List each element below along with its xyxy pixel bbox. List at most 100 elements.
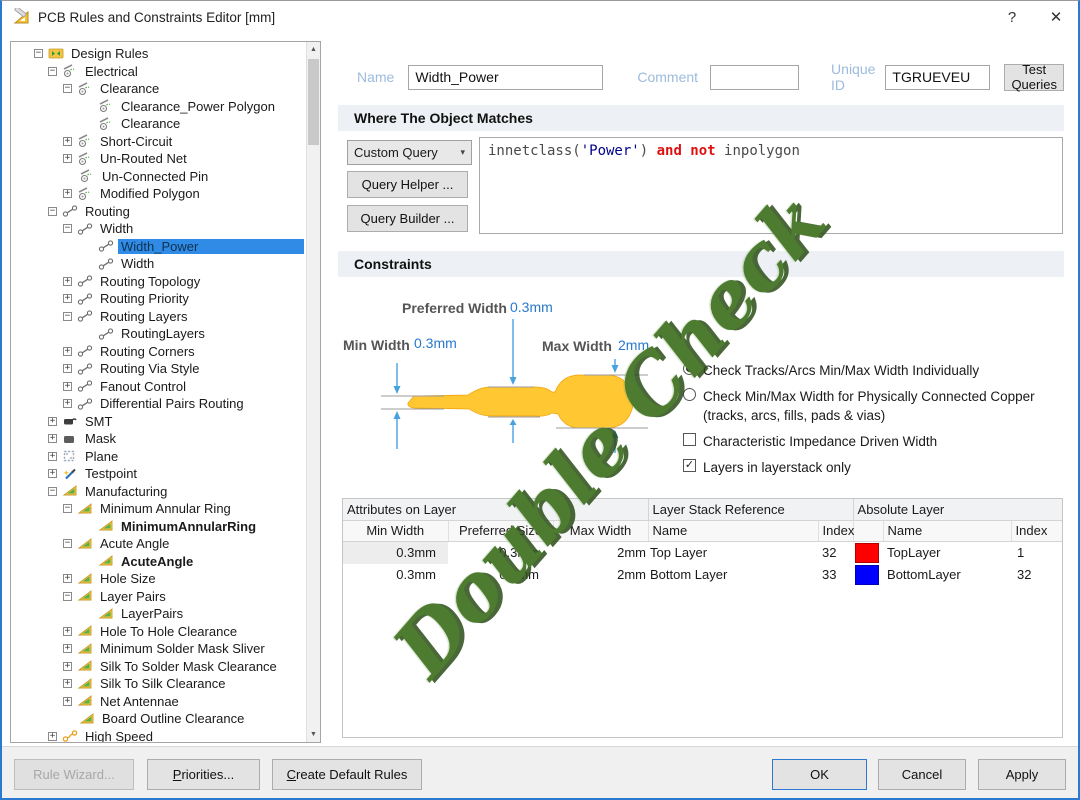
tree-item-fanout-control[interactable]: +Fanout Control xyxy=(11,378,306,396)
collapse-toggle-icon[interactable]: − xyxy=(63,504,72,513)
query-editor[interactable]: innetclass('Power') and not inpolygon xyxy=(479,137,1063,234)
tree-item-differential-pairs-routing[interactable]: +Differential Pairs Routing xyxy=(11,395,306,413)
collapse-toggle-icon[interactable]: − xyxy=(48,487,57,496)
tree-item-mask[interactable]: +Mask xyxy=(11,430,306,448)
ref-index-cell[interactable]: 33 xyxy=(818,564,853,586)
tree-item-modified-polygon[interactable]: +Modified Polygon xyxy=(11,185,306,203)
tree-item-smt[interactable]: +SMT xyxy=(11,413,306,431)
collapse-toggle-icon[interactable]: − xyxy=(63,539,72,548)
ok-button[interactable]: OK xyxy=(772,759,867,790)
col-color[interactable] xyxy=(853,520,883,541)
expand-toggle-icon[interactable]: + xyxy=(48,417,57,426)
tree-item-un-connected-pin[interactable]: Un-Connected Pin xyxy=(11,168,306,186)
max-width-cell[interactable]: 2mm xyxy=(553,564,648,586)
tree-item-un-routed-net[interactable]: +Un-Routed Net xyxy=(11,150,306,168)
expand-toggle-icon[interactable]: + xyxy=(63,679,72,688)
tree-item-plane[interactable]: +Plane xyxy=(11,448,306,466)
tree-item-routing-via-style[interactable]: +Routing Via Style xyxy=(11,360,306,378)
collapse-toggle-icon[interactable]: − xyxy=(34,49,43,58)
cancel-button[interactable]: Cancel xyxy=(878,759,966,790)
min-width-cell[interactable]: 0.3mm xyxy=(343,541,448,564)
preferred-size-cell[interactable]: 0.3mm xyxy=(448,564,553,586)
tree-item-minimum-solder-mask-sliver[interactable]: +Minimum Solder Mask Sliver xyxy=(11,640,306,658)
ref-name-cell[interactable]: Top Layer xyxy=(648,541,818,564)
collapse-toggle-icon[interactable]: − xyxy=(63,592,72,601)
collapse-toggle-icon[interactable]: − xyxy=(48,67,57,76)
query-builder-button[interactable]: Query Builder ... xyxy=(347,205,468,232)
tree-item-clearance-power-polygon[interactable]: Clearance_Power Polygon xyxy=(11,98,306,116)
tree-item-routing-topology[interactable]: +Routing Topology xyxy=(11,273,306,291)
checkbox-unchecked-icon[interactable] xyxy=(683,433,696,446)
tree-item-minimum-annular-ring[interactable]: −Minimum Annular Ring xyxy=(11,500,306,518)
expand-toggle-icon[interactable]: + xyxy=(63,364,72,373)
expand-toggle-icon[interactable]: + xyxy=(63,382,72,391)
checkbox-option-3[interactable]: ✓Layers in layerstack only xyxy=(683,458,1063,477)
expand-toggle-icon[interactable]: + xyxy=(63,574,72,583)
tree-item-minimumannularring[interactable]: MinimumAnnularRing xyxy=(11,518,306,536)
expand-toggle-icon[interactable]: + xyxy=(48,469,57,478)
tree-item-board-outline-clearance[interactable]: Board Outline Clearance xyxy=(11,710,306,728)
tree-item-routing-layers[interactable]: −Routing Layers xyxy=(11,308,306,326)
col-abs-name[interactable]: Name xyxy=(883,520,1011,541)
radio-checked-icon[interactable] xyxy=(683,362,696,375)
min-width-cell[interactable]: 0.3mm xyxy=(343,564,448,586)
tree-item-silk-to-solder-mask-clearance[interactable]: +Silk To Solder Mask Clearance xyxy=(11,658,306,676)
tree-item-width-power[interactable]: Width_Power xyxy=(11,238,306,256)
col-abs-index[interactable]: Index xyxy=(1011,520,1062,541)
expand-toggle-icon[interactable]: + xyxy=(63,627,72,636)
create-default-rules-button[interactable]: Create Default Rules xyxy=(272,759,422,790)
tree-item-high-speed[interactable]: +High Speed xyxy=(11,728,306,743)
collapse-toggle-icon[interactable]: − xyxy=(63,312,72,321)
expand-toggle-icon[interactable]: + xyxy=(63,137,72,146)
expand-toggle-icon[interactable]: + xyxy=(63,154,72,163)
layer-color-swatch[interactable] xyxy=(853,564,883,586)
priorities-button[interactable]: Priorities... xyxy=(147,759,260,790)
tree-item-routing[interactable]: −Routing xyxy=(11,203,306,221)
ref-index-cell[interactable]: 32 xyxy=(818,541,853,564)
help-button[interactable]: ? xyxy=(990,2,1034,32)
layer-color-swatch[interactable] xyxy=(853,541,883,564)
tree-item-width[interactable]: −Width xyxy=(11,220,306,238)
expand-toggle-icon[interactable]: + xyxy=(63,189,72,198)
expand-toggle-icon[interactable]: + xyxy=(63,662,72,671)
col-preferred-size[interactable]: Preferred Size xyxy=(448,520,553,541)
query-helper-button[interactable]: Query Helper ... xyxy=(347,171,468,198)
radio-option-1[interactable]: Check Min/Max Width for Physically Conne… xyxy=(683,387,1063,425)
expand-toggle-icon[interactable]: + xyxy=(63,294,72,303)
tree-scrollbar[interactable]: ▲ ▼ xyxy=(306,42,320,742)
collapse-toggle-icon[interactable]: − xyxy=(48,207,57,216)
tree-item-routing-corners[interactable]: +Routing Corners xyxy=(11,343,306,361)
layer-row-top-layer[interactable]: 0.3mm0.3mm2mmTop Layer32TopLayer1 xyxy=(343,541,1062,564)
col-ref-name[interactable]: Name xyxy=(648,520,818,541)
collapse-toggle-icon[interactable]: − xyxy=(63,84,72,93)
unique-id-input[interactable] xyxy=(885,65,990,90)
close-button[interactable]: ✕ xyxy=(1034,2,1078,32)
abs-index-cell[interactable]: 1 xyxy=(1011,541,1062,564)
tree-item-silk-to-silk-clearance[interactable]: +Silk To Silk Clearance xyxy=(11,675,306,693)
checkbox-checked-icon[interactable]: ✓ xyxy=(683,459,696,472)
layer-row-bottom-layer[interactable]: 0.3mm0.3mm2mmBottom Layer33BottomLayer32 xyxy=(343,564,1062,586)
tree-item-clearance[interactable]: −Clearance xyxy=(11,80,306,98)
expand-toggle-icon[interactable]: + xyxy=(63,399,72,408)
tree-item-net-antennae[interactable]: +Net Antennae xyxy=(11,693,306,711)
tree-item-manufacturing[interactable]: −Manufacturing xyxy=(11,483,306,501)
max-width-cell[interactable]: 2mm xyxy=(553,541,648,564)
tree-item-acute-angle[interactable]: −Acute Angle xyxy=(11,535,306,553)
expand-toggle-icon[interactable]: + xyxy=(48,434,57,443)
expand-toggle-icon[interactable]: + xyxy=(63,644,72,653)
tree-item-electrical[interactable]: −Electrical xyxy=(11,63,306,81)
col-min-width[interactable]: Min Width xyxy=(343,520,448,541)
ref-name-cell[interactable]: Bottom Layer xyxy=(648,564,818,586)
tree-item-routinglayers[interactable]: RoutingLayers xyxy=(11,325,306,343)
tree-item-hole-size[interactable]: +Hole Size xyxy=(11,570,306,588)
tree-item-design-rules[interactable]: −Design Rules xyxy=(11,45,306,63)
tree-item-short-circuit[interactable]: +Short-Circuit xyxy=(11,133,306,151)
tree-item-routing-priority[interactable]: +Routing Priority xyxy=(11,290,306,308)
expand-toggle-icon[interactable]: + xyxy=(63,277,72,286)
abs-name-cell[interactable]: TopLayer xyxy=(883,541,1011,564)
tree-item-layer-pairs[interactable]: −Layer Pairs xyxy=(11,588,306,606)
collapse-toggle-icon[interactable]: − xyxy=(63,224,72,233)
name-input[interactable] xyxy=(408,65,603,90)
checkbox-option-2[interactable]: Characteristic Impedance Driven Width xyxy=(683,432,1063,451)
radio-unchecked-icon[interactable] xyxy=(683,388,696,401)
